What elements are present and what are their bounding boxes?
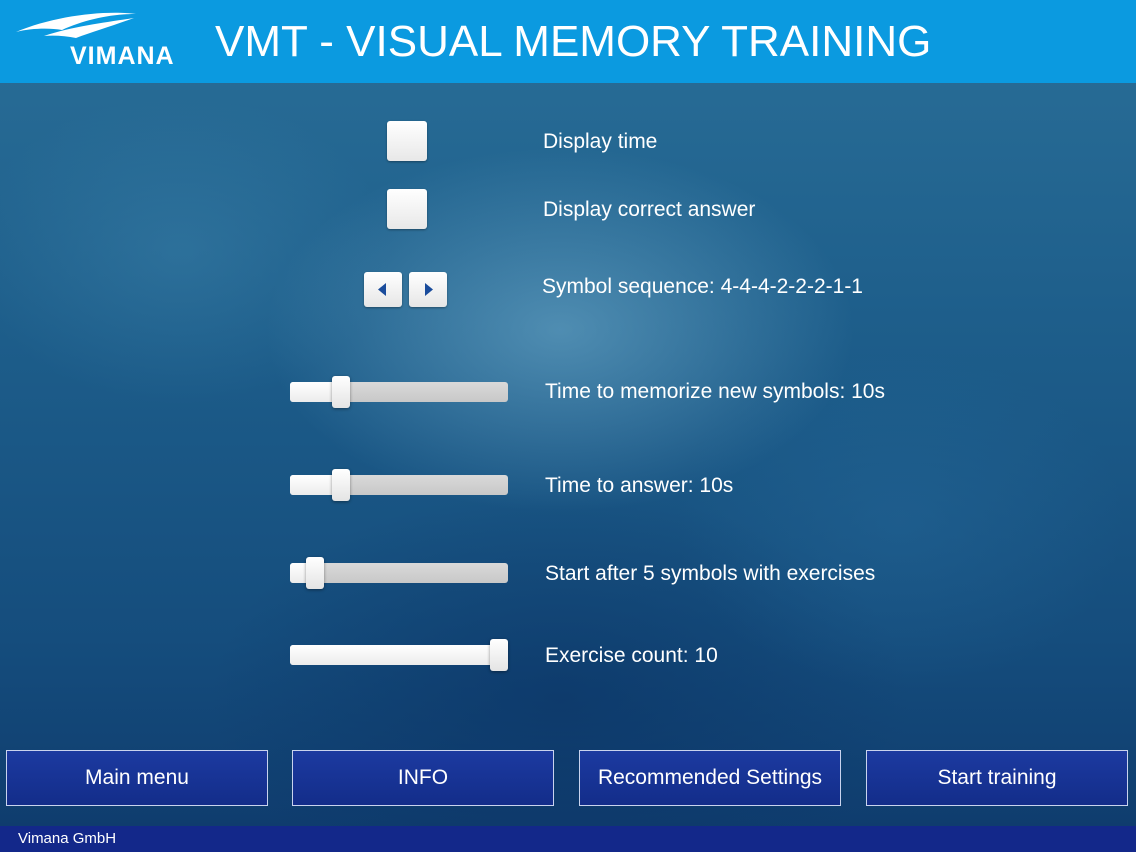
footer-bar: Vimana GmbH	[0, 826, 1136, 852]
display-correct-answer-label: Display correct answer	[543, 198, 756, 221]
main-menu-button[interactable]: Main menu	[6, 750, 268, 806]
arrow-left-icon	[378, 283, 386, 296]
slider-thumb[interactable]	[332, 469, 350, 501]
memorize-time-slider[interactable]	[290, 376, 508, 408]
answer-time-slider[interactable]	[290, 469, 508, 501]
sequence-next-button[interactable]	[409, 272, 447, 307]
logo-text: VIMANA	[70, 42, 175, 70]
symbol-sequence-label: Symbol sequence: 4-4-4-2-2-2-1-1	[542, 275, 863, 298]
slider-fill	[290, 645, 499, 665]
exercise-count-slider[interactable]	[290, 639, 508, 671]
display-correct-answer-checkbox[interactable]	[387, 189, 427, 229]
exercise-count-label: Exercise count: 10	[545, 644, 718, 667]
slider-thumb[interactable]	[332, 376, 350, 408]
app-header: VIMANA VMT - VISUAL MEMORY TRAINING	[0, 0, 1136, 83]
answer-time-label: Time to answer: 10s	[545, 474, 734, 497]
display-time-checkbox[interactable]	[387, 121, 427, 161]
slider-thumb[interactable]	[306, 557, 324, 589]
start-after-slider[interactable]	[290, 557, 508, 589]
app-title: VMT - VISUAL MEMORY TRAINING	[215, 17, 932, 66]
info-button[interactable]: INFO	[292, 750, 554, 806]
slider-thumb[interactable]	[490, 639, 508, 671]
start-after-label: Start after 5 symbols with exercises	[545, 562, 876, 585]
sequence-previous-button[interactable]	[364, 272, 402, 307]
recommended-settings-button[interactable]: Recommended Settings	[579, 750, 841, 806]
memorize-time-label: Time to memorize new symbols: 10s	[545, 380, 885, 403]
company-name: Vimana GmbH	[18, 830, 117, 847]
arrow-right-icon	[425, 283, 433, 296]
display-time-label: Display time	[543, 130, 658, 153]
start-training-button[interactable]: Start training	[866, 750, 1128, 806]
vimana-logo: VIMANA	[14, 8, 186, 70]
